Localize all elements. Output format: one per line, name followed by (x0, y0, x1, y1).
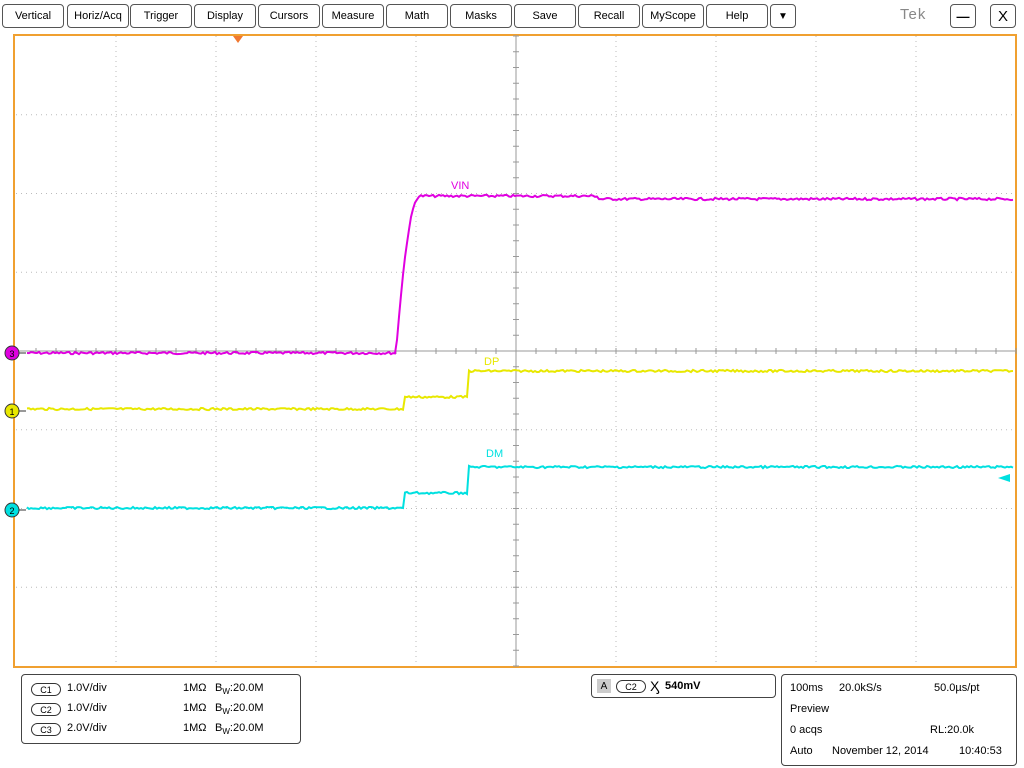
waveform-display: VIN DP DM 3 1 2 (4, 35, 1017, 667)
c1-tag[interactable]: C1 (31, 683, 61, 696)
sample-rate: 20.0kS/s (839, 682, 882, 694)
ch1-waveform (26, 368, 1014, 412)
ch3-ground-marker[interactable]: 3 (4, 345, 26, 361)
trigger-position-marker[interactable] (233, 36, 243, 43)
c2-scale[interactable]: 1.0V/div (67, 702, 107, 714)
acquisition-state: Preview (790, 703, 830, 715)
graticule-grid (15, 35, 1017, 667)
ch3-waveform-label: VIN (451, 180, 469, 192)
acquisition-time: 10:40:53 (959, 745, 1002, 757)
record-length: RL:20.0k (930, 724, 975, 736)
trigger-level: 540mV (665, 680, 701, 692)
channel-settings-panel: C1 1.0V/div 1MΩ BW:20.0M C2 1.0V/div 1MΩ… (21, 674, 301, 744)
c3-impedance: 1MΩ (183, 722, 207, 734)
c3-tag[interactable]: C3 (31, 723, 61, 736)
ch3-marker-number: 3 (9, 349, 14, 359)
c1-scale[interactable]: 1.0V/div (67, 682, 107, 694)
c2-bandwidth: BW:20.0M (215, 702, 264, 716)
acquisition-date: November 12, 2014 (832, 745, 929, 757)
time-per-point: 50.0µs/pt (934, 682, 980, 694)
ch2-ground-marker[interactable]: 2 (4, 502, 26, 518)
trigger-settings-panel[interactable]: A C2 Ӽ 540mV (591, 674, 776, 698)
ch1-ground-marker[interactable]: 1 (4, 403, 26, 419)
acquisition-panel[interactable]: 100ms 20.0kS/s 50.0µs/pt Preview 0 acqs … (781, 674, 1017, 766)
trigger-source-tag: C2 (616, 680, 646, 693)
c2-tag[interactable]: C2 (31, 703, 61, 716)
timebase: 100ms (790, 682, 824, 694)
ch2-marker-number: 2 (9, 506, 14, 516)
ch3-waveform (26, 193, 1014, 356)
ch2-waveform-label: DM (486, 448, 503, 460)
c1-impedance: 1MΩ (183, 682, 207, 694)
c3-scale[interactable]: 2.0V/div (67, 722, 107, 734)
acquisition-count: 0 acqs (790, 724, 823, 736)
ch2-waveform (26, 464, 1014, 511)
trigger-slope-icon: Ӽ (650, 678, 660, 694)
c3-bandwidth: BW:20.0M (215, 722, 264, 736)
run-mode: Auto (790, 745, 813, 757)
c1-bandwidth: BW:20.0M (215, 682, 264, 696)
c2-impedance: 1MΩ (183, 702, 207, 714)
trigger-mode-badge: A (597, 679, 611, 693)
ch1-marker-number: 1 (9, 407, 14, 417)
ch1-waveform-label: DP (484, 356, 499, 368)
trigger-level-marker[interactable] (998, 474, 1010, 482)
